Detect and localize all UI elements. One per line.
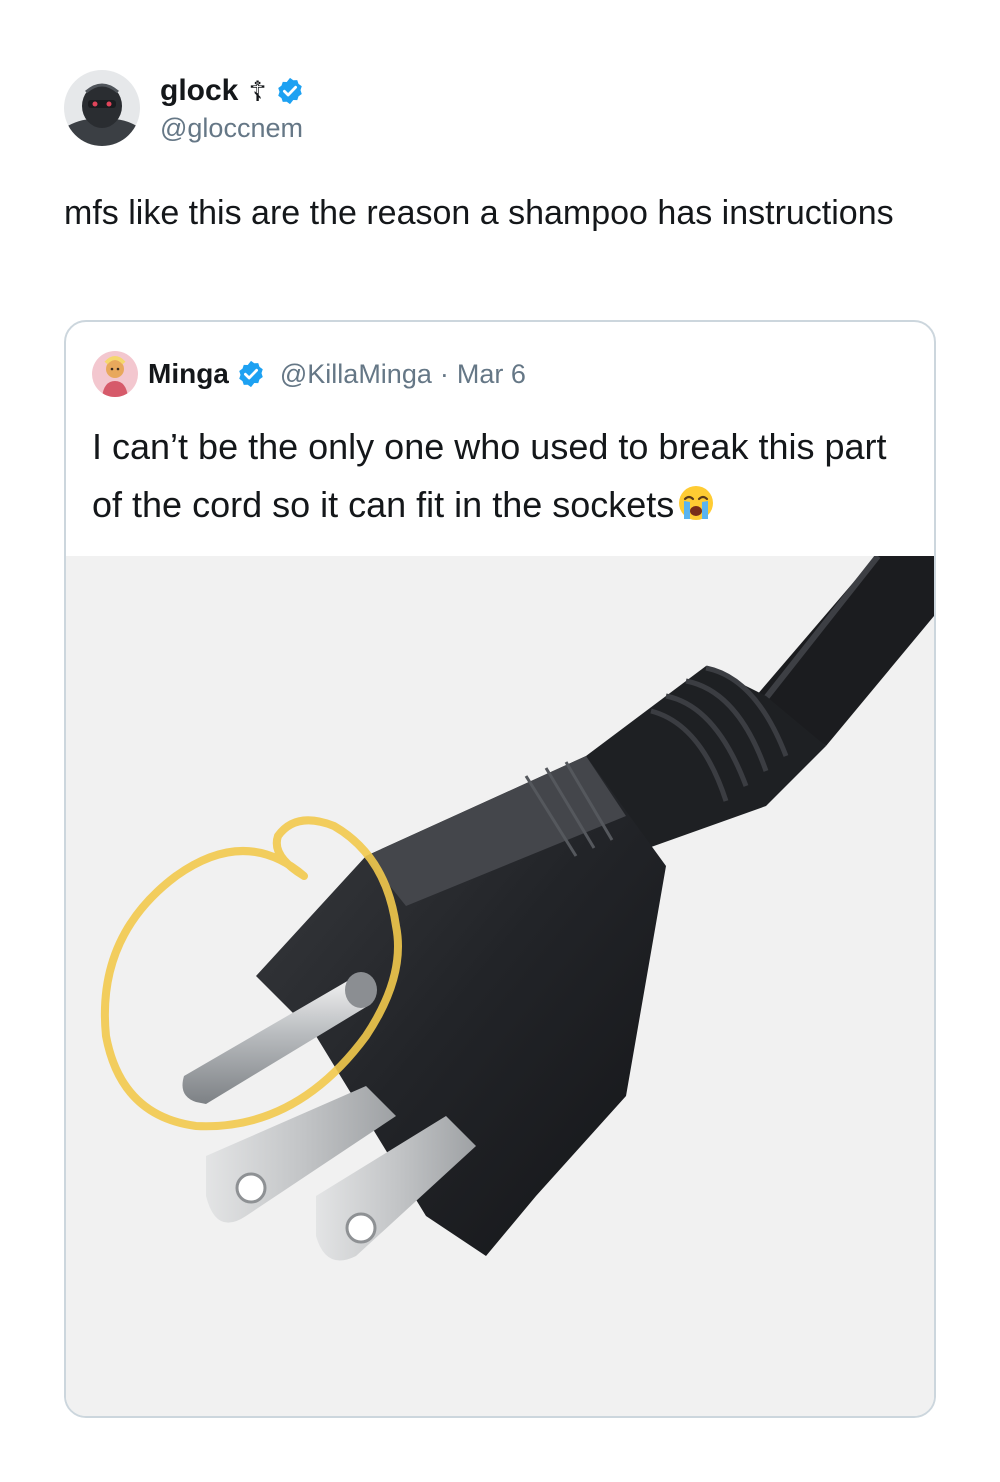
verified-badge-icon	[236, 359, 266, 389]
tweet-author: glock ☦ @gloccnem	[64, 68, 305, 148]
dot-separator: ·	[439, 358, 449, 389]
quoted-media-photo[interactable]	[66, 556, 934, 1416]
quoted-avatar[interactable]	[92, 351, 138, 397]
verified-badge-icon	[275, 76, 305, 106]
loudly-crying-face-icon	[676, 482, 716, 540]
handle[interactable]: @gloccnem	[160, 111, 305, 145]
quoted-tweet-header: Minga @KillaMinga · Mar 6	[92, 348, 526, 400]
orthodox-cross-symbol: ☦	[248, 74, 267, 108]
display-name[interactable]: glock	[160, 74, 238, 108]
tweet: glock ☦ @gloccnem mfs like this are the …	[0, 0, 1000, 1482]
quoted-tweet[interactable]: Minga @KillaMinga · Mar 6 I can’t be the…	[64, 320, 936, 1418]
author-names: glock ☦ @gloccnem	[160, 71, 305, 145]
quoted-display-name[interactable]: Minga	[148, 358, 229, 390]
quoted-tweet-text: I can’t be the only one who used to brea…	[92, 418, 922, 540]
tweet-text: mfs like this are the reason a shampoo h…	[64, 194, 894, 232]
name-row: glock ☦	[160, 71, 305, 111]
cartoon-avatar-icon	[92, 351, 138, 397]
robot-avatar-icon	[64, 70, 140, 146]
avatar[interactable]	[64, 70, 140, 146]
quoted-text-content: I can’t be the only one who used to brea…	[92, 426, 887, 525]
quoted-handle[interactable]: @KillaMinga	[280, 359, 432, 390]
quoted-date[interactable]: Mar 6	[457, 359, 526, 390]
three-prong-plug-photo	[66, 556, 934, 1416]
